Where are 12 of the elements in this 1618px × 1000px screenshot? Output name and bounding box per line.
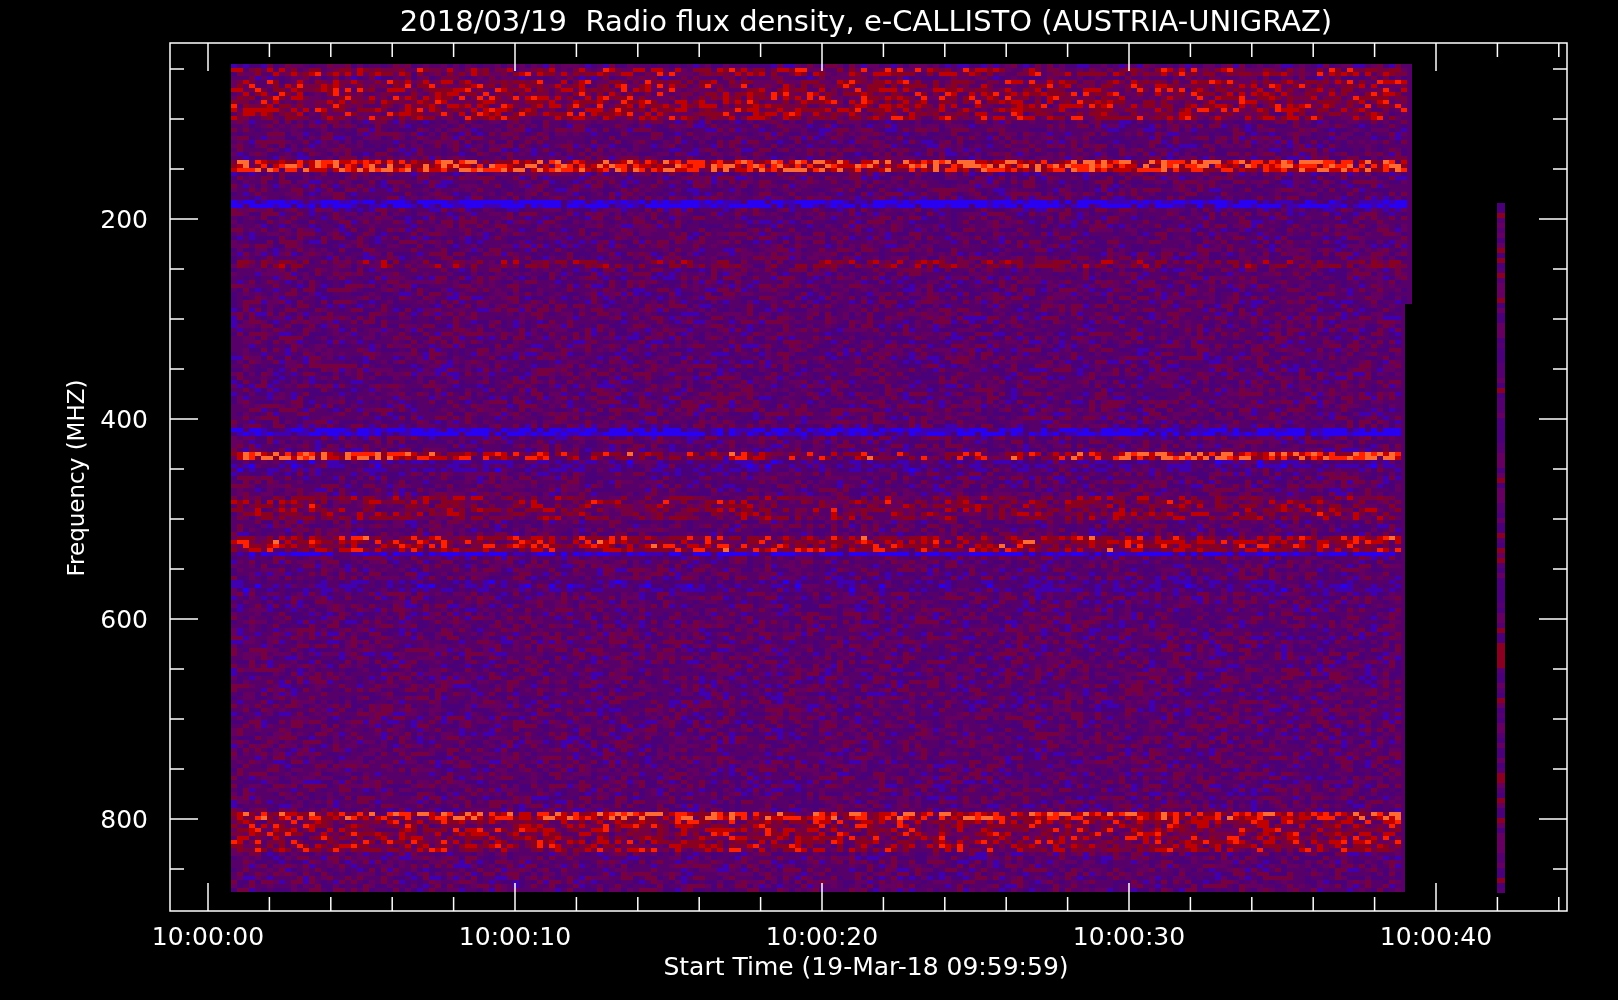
- x-tick-label: 10:00:30: [1072, 922, 1186, 951]
- x-tick-label: 10:00:10: [458, 922, 572, 951]
- y-axis-label: Frequency (MHZ): [63, 379, 89, 577]
- x-tick-label: 10:00:40: [1379, 922, 1493, 951]
- y-tick-label: 200: [100, 205, 148, 234]
- x-tick-label: 10:00:20: [765, 922, 879, 951]
- y-tick-label: 800: [100, 805, 148, 834]
- x-tick-label: 10:00:00: [151, 922, 265, 951]
- chart-title: 2018/03/19 Radio flux density, e-CALLISTO (AUSTRIA-UNIGRAZ): [399, 4, 1333, 38]
- x-axis-label: Start Time (19-Mar-18 09:59:59): [663, 952, 1069, 981]
- y-tick-label: 600: [100, 605, 148, 634]
- y-tick-label: 400: [100, 405, 148, 434]
